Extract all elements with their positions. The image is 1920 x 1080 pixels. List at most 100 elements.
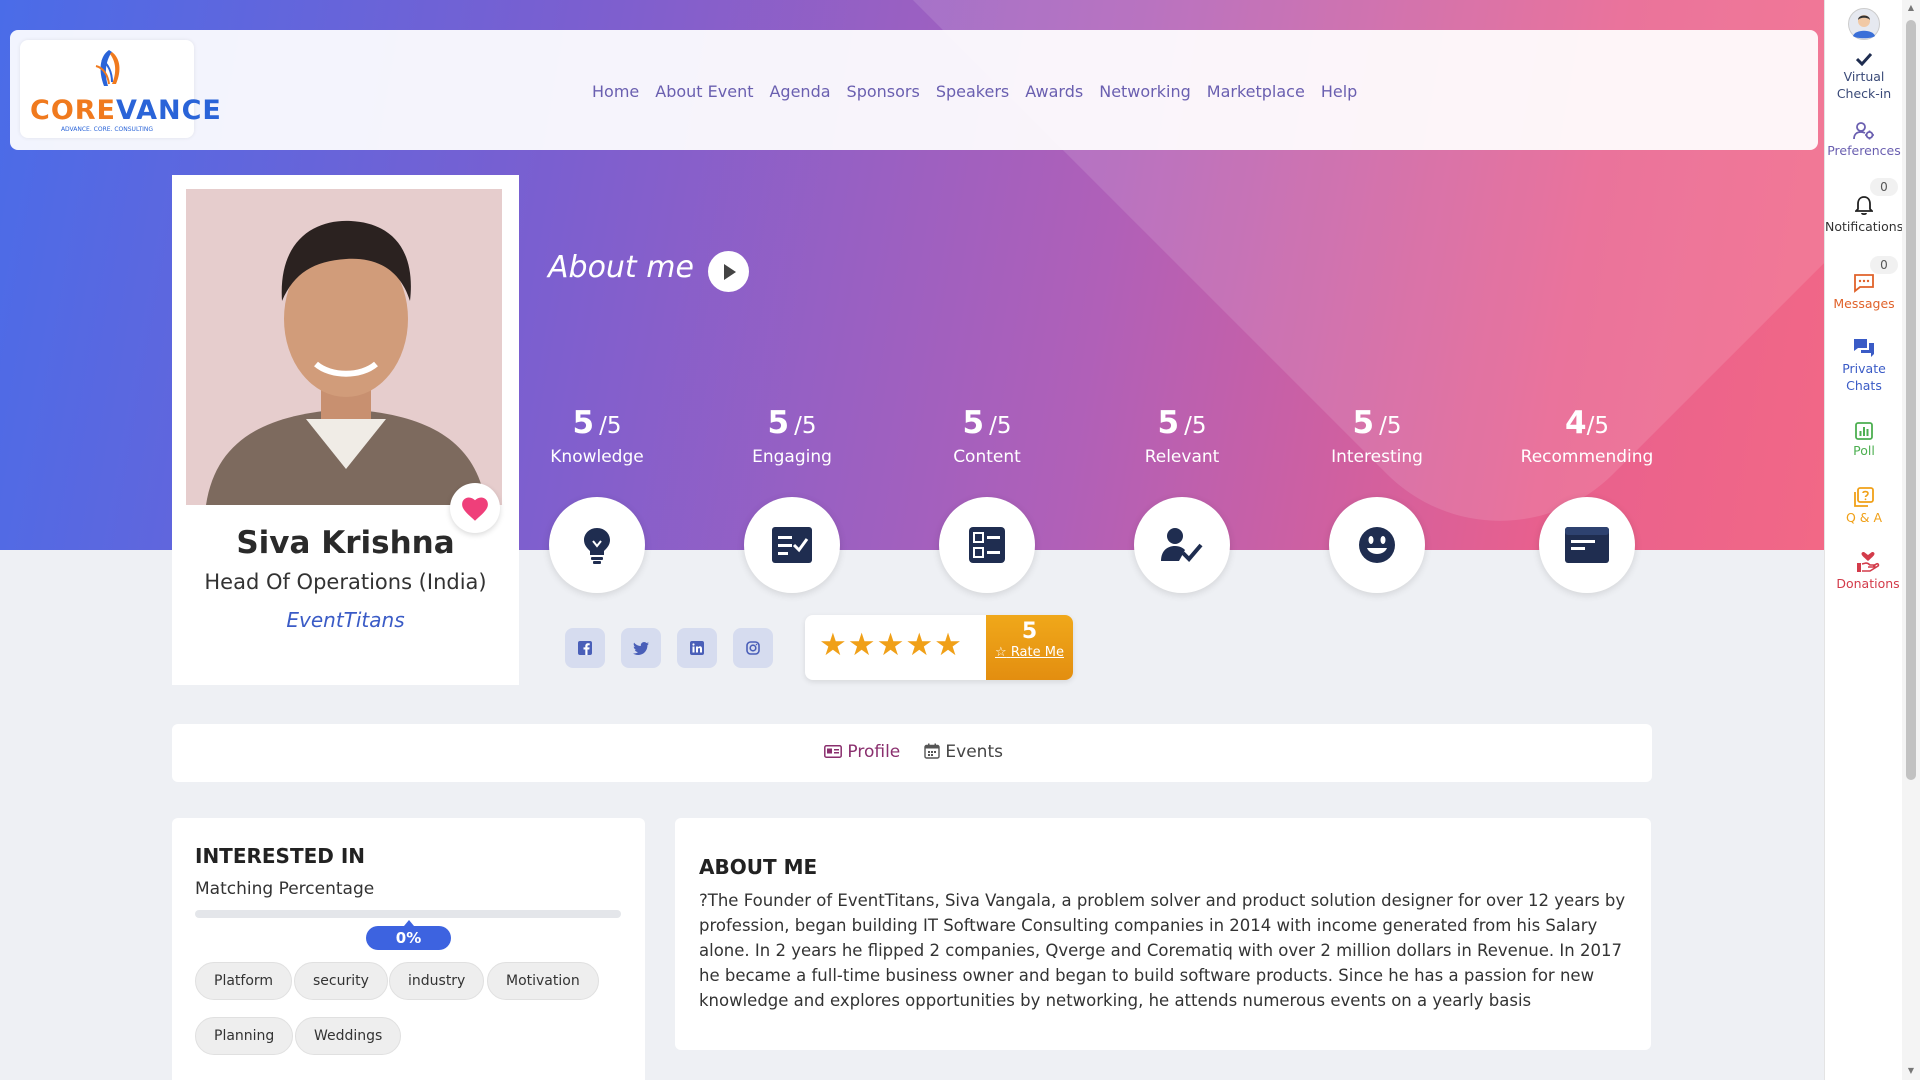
rating-knowledge: 5 /5 Knowledge — [550, 405, 644, 467]
scroll-thumb[interactable] — [1906, 20, 1916, 780]
notifications-count: 0 — [1870, 178, 1898, 196]
interest-chip[interactable]: industry — [389, 962, 485, 1000]
rating-engaging-badge — [744, 497, 840, 593]
private-chats-button[interactable]: Private Chats — [1825, 338, 1903, 394]
logo[interactable]: COREVANCE ADVANCE. CORE. CONSULTING — [20, 40, 222, 138]
main-nav: Home About Event Agenda Sponsors Speaker… — [592, 82, 1357, 101]
profile-tabs: Profile Events — [172, 724, 1652, 782]
overall-rating: ★★★★★ 5 ☆ Rate Me — [805, 615, 1073, 680]
star-outline-icon: ☆ — [995, 645, 1007, 660]
right-sidebar: Virtual Check-in Preferences 0 Notificat… — [1824, 0, 1903, 1080]
profile-title: Head Of Operations (India) — [204, 570, 487, 594]
linkedin-icon — [690, 641, 704, 655]
heart-icon — [462, 496, 488, 521]
question-answer-icon — [1854, 487, 1874, 507]
interest-chip[interactable]: Weddings — [295, 1017, 402, 1055]
calendar-icon — [924, 743, 940, 759]
nav-speakers[interactable]: Speakers — [936, 82, 1009, 101]
nav-networking[interactable]: Networking — [1099, 82, 1191, 101]
facebook-button[interactable] — [565, 628, 605, 668]
profile-card: Siva Krishna Head Of Operations (India) … — [172, 175, 519, 685]
nav-about-event[interactable]: About Event — [655, 82, 753, 101]
scroll-up-icon[interactable]: ▲ — [1906, 3, 1916, 12]
nav-marketplace[interactable]: Marketplace — [1207, 82, 1305, 101]
twitter-icon — [633, 641, 649, 655]
scroll-down-icon[interactable]: ▼ — [1906, 1066, 1916, 1075]
messages-button[interactable]: Messages — [1825, 273, 1903, 312]
user-check-icon — [1161, 528, 1203, 562]
chat-bubbles-icon — [1854, 339, 1874, 357]
nav-awards[interactable]: Awards — [1025, 82, 1083, 101]
about-me-text: ?The Founder of EventTitans, Siva Vangal… — [699, 891, 1626, 1010]
logo-text: COREVANCE — [30, 95, 222, 126]
page-scrollbar[interactable]: ▲ ▼ — [1902, 0, 1920, 1080]
interest-chip[interactable]: Platform — [195, 962, 293, 1000]
rate-me-label: Rate Me — [1010, 645, 1064, 660]
interest-chip[interactable]: Motivation — [487, 962, 599, 1000]
person-silhouette-icon — [186, 189, 502, 505]
rating-relevant-badge — [1134, 497, 1230, 593]
preferences-button[interactable]: Preferences — [1825, 122, 1903, 159]
matching-percentage-value: 0% — [366, 920, 451, 950]
rating-interesting-badge — [1329, 497, 1425, 593]
logo-mark-icon — [95, 50, 120, 86]
overall-rating-value: 5 — [1021, 619, 1038, 644]
user-avatar-button[interactable] — [1825, 8, 1903, 42]
id-card-icon — [824, 745, 842, 758]
rating-interesting: 5 /5 Interesting — [1331, 405, 1423, 467]
message-icon — [1854, 274, 1874, 293]
profile-name: Siva Krishna — [236, 525, 455, 561]
check-icon — [1856, 52, 1872, 66]
interests-title: INTERESTED IN — [195, 844, 365, 868]
logo-tagline: ADVANCE. CORE. CONSULTING — [60, 126, 154, 133]
tab-events[interactable]: Events — [924, 742, 1003, 762]
rating-content-badge — [939, 497, 1035, 593]
rating-knowledge-badge — [549, 497, 645, 593]
rating-content: 5 /5 Content — [953, 405, 1021, 467]
nav-sponsors[interactable]: Sponsors — [847, 82, 920, 101]
tab-profile[interactable]: Profile — [824, 742, 900, 762]
about-me-title: ABOUT ME — [699, 855, 818, 879]
about-me-heading: About me — [548, 250, 694, 285]
rating-engaging: 5 /5 Engaging — [752, 405, 832, 467]
profile-photo — [186, 189, 502, 505]
about-me-card: ABOUT ME ?The Founder of EventTitans, Si… — [675, 818, 1651, 1050]
nav-help[interactable]: Help — [1321, 82, 1357, 101]
rate-me-button[interactable]: 5 ☆ Rate Me — [986, 615, 1073, 680]
nav-agenda[interactable]: Agenda — [769, 82, 830, 101]
rating-recommending-badge — [1539, 497, 1635, 593]
facebook-icon — [578, 641, 592, 655]
profile-company[interactable]: EventTitans — [172, 608, 519, 632]
rating-relevant: 5 /5 Relevant — [1144, 405, 1220, 467]
interests-card: INTERESTED IN Matching Percentage 0% Pla… — [172, 818, 645, 1080]
poll-button[interactable]: Poll — [1825, 422, 1903, 459]
virtual-checkin-button[interactable]: Virtual Check-in — [1825, 52, 1903, 102]
browser-window-icon — [1565, 527, 1609, 563]
nav-home[interactable]: Home — [592, 82, 639, 101]
interest-chip[interactable]: security — [294, 962, 388, 1000]
linkedin-button[interactable] — [677, 628, 717, 668]
play-icon — [723, 263, 736, 280]
matching-progress-bar — [195, 910, 621, 918]
star-rating-icon: ★★★★★ — [819, 627, 963, 663]
instagram-icon — [746, 641, 760, 655]
instagram-button[interactable] — [733, 628, 773, 668]
donation-heart-hand-icon — [1857, 552, 1880, 572]
messages-count: 0 — [1870, 256, 1898, 274]
lightbulb-icon — [584, 528, 610, 564]
list-view-icon — [969, 527, 1005, 563]
twitter-button[interactable] — [621, 628, 661, 668]
user-settings-icon — [1853, 122, 1874, 140]
donations-button[interactable]: Donations — [1829, 551, 1907, 592]
play-video-button[interactable] — [708, 251, 749, 292]
smile-icon — [1359, 527, 1395, 563]
bell-icon — [1855, 196, 1873, 216]
qa-button[interactable]: Q & A — [1825, 487, 1903, 526]
checklist-icon — [772, 527, 812, 563]
bar-chart-icon — [1855, 422, 1873, 440]
rating-recommending: 4/5 Recommending — [1520, 405, 1654, 467]
avatar — [1848, 8, 1880, 40]
notifications-button[interactable]: Notifications — [1825, 196, 1903, 235]
interest-chip[interactable]: Planning — [195, 1017, 294, 1055]
matching-percentage-label: Matching Percentage — [195, 879, 375, 899]
